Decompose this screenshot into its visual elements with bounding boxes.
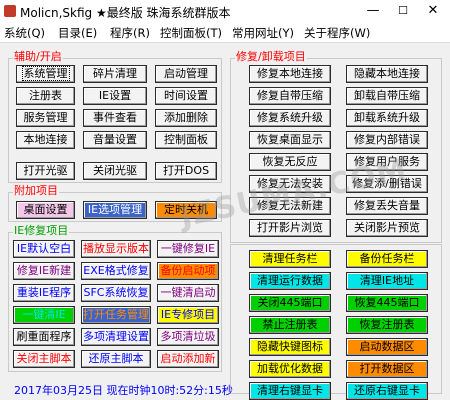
menu-control-panel[interactable]: 控制面板(T)	[160, 25, 222, 41]
ie-settings-button[interactable]: IE设置	[83, 87, 147, 105]
one-click-clear-ie-button[interactable]: 一键清IE	[13, 306, 75, 324]
one-click-fix-ie-button[interactable]: 一键修复IE	[157, 240, 219, 258]
minimize-button[interactable]: —	[358, 0, 388, 22]
open-data-area-button[interactable]: 打开数据区	[346, 360, 428, 378]
hide-shortcut-icon-button[interactable]: 隐藏快键图标	[249, 338, 331, 356]
fix-ie-new-button[interactable]: 修复IE新建	[13, 262, 75, 280]
open-task-manager-button[interactable]: 打开任务管理	[81, 306, 151, 324]
backup-taskbar-button[interactable]: 备份任务栏	[346, 250, 428, 268]
hide-local-connection-button[interactable]: 隐藏本地连接	[346, 65, 428, 83]
fix-missing-volume-button[interactable]: 修复丢失音量	[346, 197, 428, 215]
menu-bar: 系统(Q) 目录(E) 程序(R) 控制面板(T) 常用网址(Y) 关于程序(W…	[0, 22, 450, 43]
restore-desktop-display-button[interactable]: 恢复桌面显示	[249, 131, 331, 149]
restore-main-script-button[interactable]: 还原主脚本	[81, 350, 151, 368]
ie-default-blank-button[interactable]: IE默认空白	[13, 240, 75, 258]
fix-system-update-button[interactable]: 修复系统升级	[249, 109, 331, 127]
startup-manage-button[interactable]: 启动管理	[155, 65, 217, 83]
load-optimize-data-button[interactable]: 加载优化数据	[249, 360, 331, 378]
restore-registry-button[interactable]: 恢复注册表	[346, 316, 428, 334]
desktop-settings-button[interactable]: 桌面设置	[16, 201, 75, 219]
control-panel-button[interactable]: 控制面板	[155, 131, 217, 149]
open-cdrom-button[interactable]: 打开光驱	[16, 162, 75, 180]
refresh-face-program-button[interactable]: 刷重面程序	[13, 328, 75, 346]
menu-about[interactable]: 关于程序(W)	[304, 25, 370, 41]
close-port-445-button[interactable]: 关闭445端口	[249, 294, 331, 312]
close-cdrom-button[interactable]: 关闭光驱	[83, 162, 147, 180]
clean-run-data-button[interactable]: 清理运行数据	[249, 272, 331, 290]
open-dos-button[interactable]: 打开DOS	[155, 162, 217, 180]
datetime-status: 2017年03月25日 现在时钟10时:52分:15秒	[14, 384, 233, 397]
ie-group-title: IE修复项目	[13, 224, 70, 237]
close-video-preview-button[interactable]: 关闭影片预览	[346, 219, 428, 237]
restore-right-menu-gpu-button[interactable]: 还原右键显卡	[346, 382, 428, 400]
open-video-browse-button[interactable]: 打开影片浏览	[249, 219, 331, 237]
fix-local-connection-button[interactable]: 修复本地连接	[249, 65, 331, 83]
registry-button[interactable]: 注册表	[16, 87, 75, 105]
volume-settings-button[interactable]: 音量设置	[83, 131, 147, 149]
defrag-button[interactable]: 碎片清理	[83, 65, 147, 83]
disable-registry-button[interactable]: 禁止注册表	[249, 316, 331, 334]
ie-special-repair-button[interactable]: IE专修项目	[157, 306, 219, 324]
time-settings-button[interactable]: 时间设置	[155, 87, 217, 105]
ie-options-button[interactable]: IE选项管理	[83, 201, 147, 219]
multi-clean-junk-button[interactable]: 多项清垃圾	[157, 328, 219, 346]
title-bar: Molicn,Skfig ★最终版 珠海系统群版本 — ☐ ✕	[0, 0, 450, 22]
fix-builtin-zip-button[interactable]: 修复自带压缩	[249, 87, 331, 105]
clean-taskbar-button[interactable]: 清理任务栏	[249, 250, 331, 268]
clean-right-menu-gpu-button[interactable]: 清理右键显卡	[249, 382, 331, 400]
window-title: Molicn,Skfig ★最终版 珠海系统群版本	[20, 6, 231, 20]
restore-no-response-button[interactable]: 恢复无反应	[249, 153, 331, 171]
menu-system[interactable]: 系统(Q)	[4, 25, 45, 41]
fix-group-title: 修复/卸载项目	[235, 50, 307, 63]
add-remove-button[interactable]: 添加删除	[155, 109, 217, 127]
extra-group-title: 附加项目	[13, 184, 59, 197]
app-icon	[4, 5, 16, 17]
menu-directory[interactable]: 目录(E)	[58, 25, 97, 41]
local-connection-button[interactable]: 本地连接	[16, 131, 75, 149]
close-button[interactable]: ✕	[418, 0, 448, 22]
fix-internal-error-button[interactable]: 修复内部错误	[346, 131, 428, 149]
backup-startup-button[interactable]: 备份启动项	[157, 262, 219, 280]
multi-clean-settings-button[interactable]: 多项清理设置	[81, 328, 151, 346]
event-viewer-button[interactable]: 事件查看	[83, 109, 147, 127]
clean-ie-address-button[interactable]: 清理IE地址	[346, 272, 428, 290]
aux-group-title: 辅助/开启	[13, 50, 63, 63]
maximize-button[interactable]: ☐	[388, 0, 418, 22]
close-main-script-button[interactable]: 关闭主脚本	[13, 350, 75, 368]
restore-port-445-button[interactable]: 恢复445端口	[346, 294, 428, 312]
startup-add-new-button[interactable]: 启动添加新	[157, 350, 219, 368]
play-show-version-button[interactable]: 播放显示版本	[81, 240, 151, 258]
service-manage-button[interactable]: 服务管理	[16, 109, 75, 127]
menu-program[interactable]: 程序(R)	[110, 25, 150, 41]
uninstall-builtin-zip-button[interactable]: 卸载自带压缩	[346, 87, 428, 105]
system-manage-button[interactable]: 系统管理	[16, 65, 75, 83]
launch-data-area-button[interactable]: 启动数据区	[346, 338, 428, 356]
uninstall-system-update-button[interactable]: 卸载系统升级	[346, 109, 428, 127]
menu-common-urls[interactable]: 常用网址(Y)	[232, 25, 294, 41]
sfc-restore-button[interactable]: SFC系统恢复	[81, 284, 151, 302]
one-click-clear-startup-button[interactable]: 一键清启动	[157, 284, 219, 302]
exe-format-fix-button[interactable]: EXE格式修复	[81, 262, 151, 280]
reinstall-ie-button[interactable]: 重装IE程序	[13, 284, 75, 302]
